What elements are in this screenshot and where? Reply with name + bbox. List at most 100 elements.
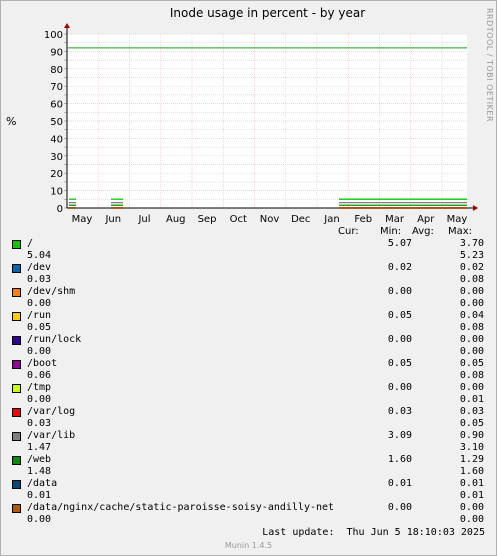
- legend-label: /run: [27, 310, 52, 321]
- header-avg: Avg:: [412, 226, 434, 237]
- legend-max-value: 0.08: [459, 274, 484, 285]
- x-tick-label: May: [72, 214, 93, 225]
- legend-row: /var/lib 3.09 0.90 1.47 3.10: [0, 430, 497, 454]
- y-axis-arrow: [64, 23, 70, 28]
- legend-max-value: 1.60: [459, 466, 484, 477]
- x-axis-arrow: [473, 205, 478, 211]
- legend-max-value: 3.10: [459, 442, 484, 453]
- legend-row: /dev/shm 0.00 0.00 0.00 0.00: [0, 286, 497, 310]
- y-tick-label: 90: [50, 47, 63, 58]
- legend-label: /var/log: [27, 406, 76, 417]
- legend-swatch: [12, 504, 21, 513]
- y-tick-label: 100: [44, 30, 63, 41]
- legend-label: /dev: [27, 262, 52, 273]
- legend-row: /boot 0.05 0.05 0.06 0.08: [0, 358, 497, 382]
- x-tick-label: Dec: [291, 214, 310, 225]
- legend-avg-value: 0.00: [27, 394, 52, 405]
- last-update: Last update: Thu Jun 5 18:10:03 2025: [262, 527, 485, 538]
- y-tick-label: 20: [50, 169, 63, 180]
- legend-max-value: 0.00: [459, 514, 484, 525]
- legend-max-value: 0.08: [459, 322, 484, 333]
- legend-avg-value: 0.03: [27, 274, 52, 285]
- legend-row: /var/log 0.03 0.03 0.03 0.05: [0, 406, 497, 430]
- header-cur: Cur:: [338, 226, 359, 237]
- legend-label: /var/lib: [27, 430, 76, 441]
- legend-cur-value: 0.00: [387, 502, 412, 513]
- legend-avg-value: 0.05: [27, 322, 52, 333]
- y-tick-label: 70: [50, 82, 63, 93]
- x-tick-label: Nov: [260, 214, 280, 225]
- legend-row: /data/nginx/cache/static-paroisse-soisy-…: [0, 502, 497, 526]
- legend-cur-value: 0.05: [387, 310, 412, 321]
- legend-min-value: 0.04: [459, 310, 484, 321]
- legend-min-value: 1.29: [459, 454, 484, 465]
- legend-max-value: 5.23: [459, 250, 484, 261]
- legend-avg-value: 0.00: [27, 346, 52, 357]
- legend-swatch: [12, 480, 21, 489]
- legend-row: / 5.07 3.70 5.04 5.23: [0, 238, 497, 262]
- legend-cur-value: 0.03: [387, 406, 412, 417]
- legend-max-value: 0.00: [459, 298, 484, 309]
- legend-label: /web: [27, 454, 52, 465]
- legend-min-value: 0.05: [459, 358, 484, 369]
- legend-swatch: [12, 456, 21, 465]
- legend-row: /web 1.60 1.29 1.48 1.60: [0, 454, 497, 478]
- legend-cur-value: 0.00: [387, 334, 412, 345]
- legend-label: /data: [27, 478, 58, 489]
- legend-row: /dev 0.02 0.02 0.03 0.08: [0, 262, 497, 286]
- legend-cur-value: 3.09: [387, 430, 412, 441]
- y-tick-label: 80: [50, 65, 63, 76]
- legend-min-value: 0.00: [459, 334, 484, 345]
- x-tick-label: Oct: [230, 214, 247, 225]
- legend-label: /run/lock: [27, 334, 82, 345]
- x-tick-label: May: [447, 214, 468, 225]
- legend-swatch: [12, 408, 21, 417]
- y-tick-label: 40: [50, 134, 63, 145]
- y-tick-label: 50: [50, 117, 63, 128]
- x-tick-label: Jun: [104, 214, 121, 225]
- legend-avg-value: 1.47: [27, 442, 52, 453]
- legend-label: /boot: [27, 358, 58, 369]
- legend-label: /tmp: [27, 382, 52, 393]
- legend-swatch: [12, 240, 21, 249]
- legend-cur-value: 0.01: [387, 478, 412, 489]
- x-tick-label: Feb: [354, 214, 372, 225]
- legend-cur-value: 0.00: [387, 382, 412, 393]
- y-tick-label: 0: [57, 204, 63, 215]
- legend-avg-value: 0.03: [27, 418, 52, 429]
- chart-plot: 0 10 20 30 40 50 60 70 80 90 100 May Jun Jul Aug Sep Oct…: [44, 23, 478, 225]
- legend-cur-value: 5.07: [387, 238, 412, 249]
- legend-min-value: 0.03: [459, 406, 484, 417]
- x-tick-label: Aug: [166, 214, 186, 225]
- x-tick-label: Sep: [198, 214, 217, 225]
- legend-swatch: [12, 360, 21, 369]
- legend-min-value: 0.00: [459, 502, 484, 513]
- legend-label: /dev/shm: [27, 286, 76, 297]
- legend-cur-value: 1.60: [387, 454, 412, 465]
- x-tick-label: Mar: [385, 214, 405, 225]
- x-tick-label: Jul: [137, 214, 150, 225]
- legend-avg-value: 1.48: [27, 466, 52, 477]
- legend-swatch: [12, 336, 21, 345]
- x-tick-label: Apr: [417, 214, 435, 225]
- y-tick-label: 60: [50, 100, 63, 111]
- legend-max-value: 0.01: [459, 394, 484, 405]
- legend-cur-value: 0.05: [387, 358, 412, 369]
- y-tick-label: 10: [50, 187, 63, 198]
- last-update-value: Thu Jun 5 18:10:03 2025: [346, 527, 485, 538]
- legend-swatch: [12, 264, 21, 273]
- header-min: Min:: [380, 226, 402, 237]
- legend-max-value: 0.00: [459, 346, 484, 357]
- x-tick-label: Jan: [323, 214, 339, 225]
- last-update-label: Last update:: [262, 527, 335, 538]
- legend-min-value: 0.90: [459, 430, 484, 441]
- y-tick-label: 30: [50, 152, 63, 163]
- legend-min-value: 0.00: [459, 382, 484, 393]
- legend-label: /data/nginx/cache/static-paroisse-soisy-…: [27, 502, 335, 513]
- legend-row: /run/lock 0.00 0.00 0.00 0.00: [0, 334, 497, 358]
- legend-max-value: 0.01: [459, 490, 484, 501]
- legend-swatch: [12, 312, 21, 321]
- legend-row: /run 0.05 0.04 0.05 0.08: [0, 310, 497, 334]
- legend-cur-value: 0.02: [387, 262, 412, 273]
- legend-min-value: 0.02: [459, 262, 484, 273]
